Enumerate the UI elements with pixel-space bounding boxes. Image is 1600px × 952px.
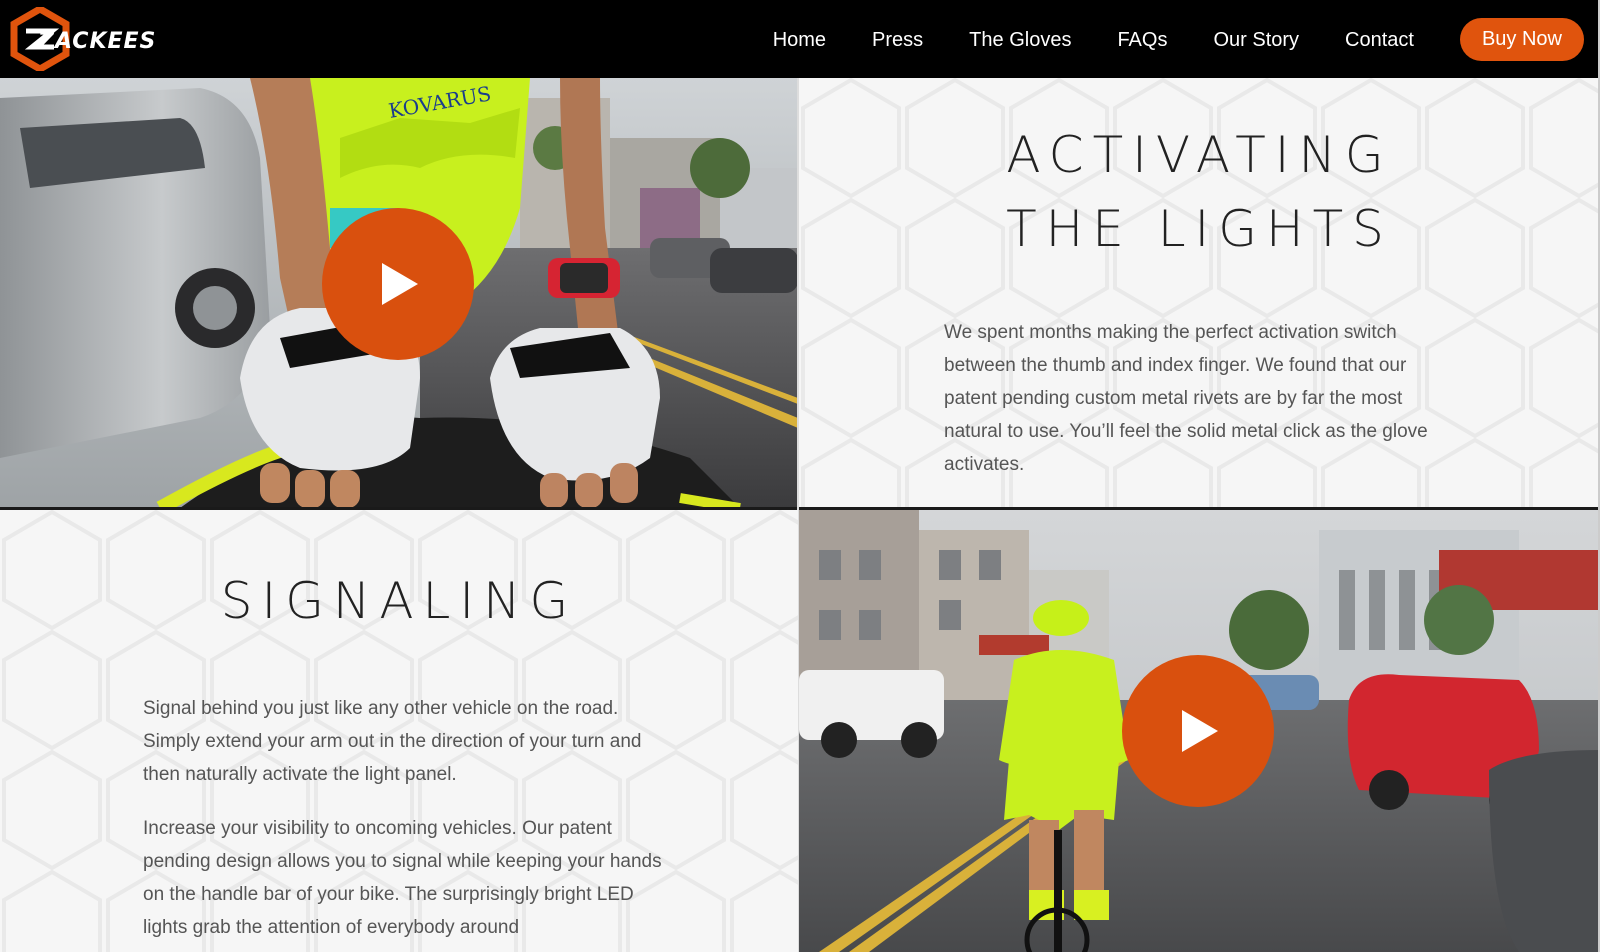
video-signaling[interactable]: [799, 510, 1600, 952]
nav-home[interactable]: Home: [773, 19, 826, 61]
signaling-description-1: Signal behind you just like any other ve…: [143, 698, 642, 785]
buy-now-button[interactable]: Buy Now: [1459, 18, 1584, 61]
nav-our-story[interactable]: Our Story: [1213, 19, 1299, 61]
signaling-title: SIGNALING: [220, 572, 578, 630]
activating-description: We spent months making the perfect activ…: [944, 322, 1428, 475]
video-activating-lights[interactable]: KOVARUS: [0, 78, 798, 508]
signaling-section: SIGNALING Signal behind you just like an…: [0, 510, 798, 952]
brand-logo[interactable]: ZACKEES: [10, 7, 190, 71]
play-video-button[interactable]: [322, 208, 474, 360]
nav-the-gloves[interactable]: The Gloves: [969, 19, 1071, 61]
main-menu: Home Press The Gloves FAQs Our Story Con…: [773, 18, 1584, 61]
activating-lights-section: ACTIVATING THE LIGHTS We spent months ma…: [799, 78, 1600, 508]
signaling-description-2: Increase your visibility to oncoming veh…: [143, 818, 662, 938]
play-icon: [382, 263, 418, 305]
activating-title-line1: ACTIVATING: [1006, 126, 1393, 184]
nav-press[interactable]: Press: [872, 19, 923, 61]
brand-wordmark: ZACKEES: [38, 29, 157, 54]
nav-faqs[interactable]: FAQs: [1117, 19, 1167, 61]
nav-contact[interactable]: Contact: [1345, 19, 1414, 61]
top-nav: ZACKEES Home Press The Gloves FAQs Our S…: [0, 0, 1600, 78]
play-icon: [1182, 710, 1218, 752]
play-video-button[interactable]: [1122, 655, 1274, 807]
activating-title-line2: THE LIGHTS: [1006, 200, 1393, 258]
